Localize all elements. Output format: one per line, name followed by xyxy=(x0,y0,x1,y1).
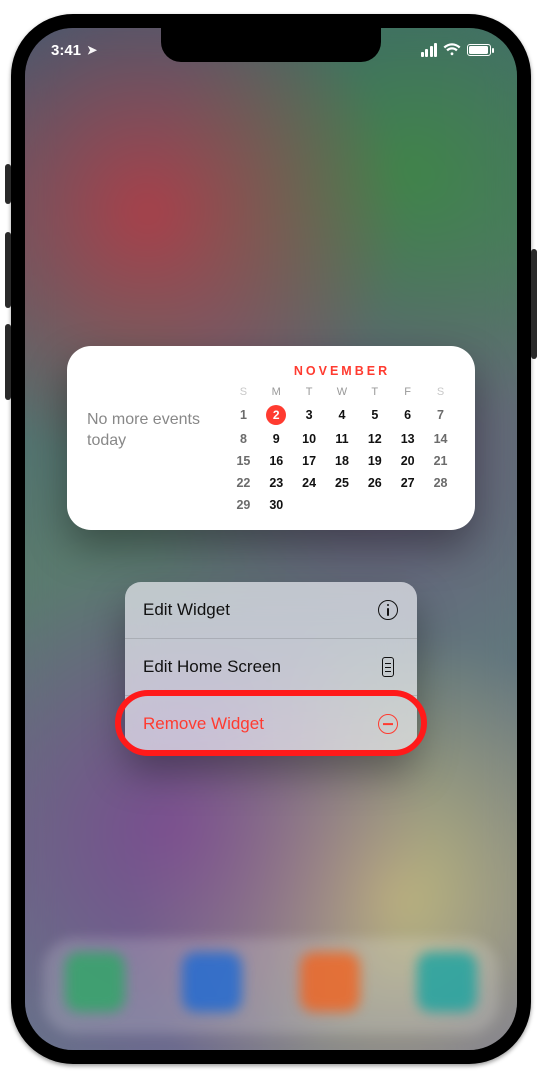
calendar-day: 10 xyxy=(293,428,326,450)
calendar-day xyxy=(293,494,326,516)
calendar-day: 29 xyxy=(227,494,260,516)
context-menu: Edit Widget Edit Home Screen Remove Widg… xyxy=(125,582,417,752)
calendar-day: 17 xyxy=(293,450,326,472)
side-button xyxy=(531,249,537,359)
screen: 3:41 ➤ No more events today NOVEMBER S M xyxy=(25,28,517,1050)
calendar-day: 23 xyxy=(260,472,293,494)
calendar-day xyxy=(326,494,359,516)
calendar-day xyxy=(424,494,457,516)
calendar-day: 15 xyxy=(227,450,260,472)
calendar-day: 18 xyxy=(326,450,359,472)
calendar-day: 30 xyxy=(260,494,293,516)
calendar-day: 21 xyxy=(424,450,457,472)
dow-label: S xyxy=(424,384,457,402)
menu-item-label: Edit Widget xyxy=(143,600,230,620)
calendar-day: 22 xyxy=(227,472,260,494)
calendar-day: 8 xyxy=(227,428,260,450)
battery-icon xyxy=(467,44,491,56)
dock-apps-blur xyxy=(65,952,477,1020)
menu-item-label: Remove Widget xyxy=(143,714,264,734)
calendar-day: 13 xyxy=(391,428,424,450)
dow-label: M xyxy=(260,384,293,402)
menu-item-label: Edit Home Screen xyxy=(143,657,281,677)
volume-down-button xyxy=(5,324,11,400)
calendar-day: 11 xyxy=(326,428,359,450)
calendar-grid: S M T W T F S 12345678910111213141516171… xyxy=(227,384,457,516)
calendar-day: 16 xyxy=(260,450,293,472)
cellular-icon xyxy=(421,43,438,57)
wifi-icon xyxy=(443,43,461,57)
widget-calendar: NOVEMBER S M T W T F S 12345678910111213… xyxy=(227,366,457,516)
calendar-day xyxy=(391,494,424,516)
remove-icon xyxy=(377,713,399,735)
calendar-month: NOVEMBER xyxy=(227,364,457,378)
calendar-day: 25 xyxy=(326,472,359,494)
calendar-day: 5 xyxy=(358,402,391,428)
menu-edit-home-screen[interactable]: Edit Home Screen xyxy=(125,638,417,695)
no-events-text: No more events today xyxy=(87,410,213,452)
calendar-day: 9 xyxy=(260,428,293,450)
dow-label: S xyxy=(227,384,260,402)
calendar-day: 27 xyxy=(391,472,424,494)
calendar-day: 4 xyxy=(326,402,359,428)
info-icon xyxy=(377,599,399,621)
notch xyxy=(161,28,381,62)
calendar-day: 20 xyxy=(391,450,424,472)
calendar-day: 1 xyxy=(227,402,260,428)
location-icon: ➤ xyxy=(87,43,97,57)
menu-edit-widget[interactable]: Edit Widget xyxy=(125,582,417,638)
calendar-day: 19 xyxy=(358,450,391,472)
calendar-day: 28 xyxy=(424,472,457,494)
calendar-day: 26 xyxy=(358,472,391,494)
calendar-day: 14 xyxy=(424,428,457,450)
calendar-day: 2 xyxy=(260,402,293,428)
ringer-switch xyxy=(5,164,11,204)
calendar-day xyxy=(358,494,391,516)
dow-label: T xyxy=(293,384,326,402)
calendar-day: 3 xyxy=(293,402,326,428)
calendar-day: 12 xyxy=(358,428,391,450)
volume-up-button xyxy=(5,232,11,308)
calendar-day: 7 xyxy=(424,402,457,428)
calendar-widget[interactable]: No more events today NOVEMBER S M T W T … xyxy=(67,346,475,530)
calendar-day: 6 xyxy=(391,402,424,428)
menu-remove-widget[interactable]: Remove Widget xyxy=(125,695,417,752)
device-frame: 3:41 ➤ No more events today NOVEMBER S M xyxy=(11,14,531,1064)
dow-label: W xyxy=(326,384,359,402)
status-time: 3:41 xyxy=(51,42,81,59)
dow-label: F xyxy=(391,384,424,402)
calendar-day: 24 xyxy=(293,472,326,494)
dow-label: T xyxy=(358,384,391,402)
screens-icon xyxy=(377,656,399,678)
widget-events: No more events today xyxy=(87,366,213,452)
wallpaper-blur xyxy=(25,28,517,1050)
